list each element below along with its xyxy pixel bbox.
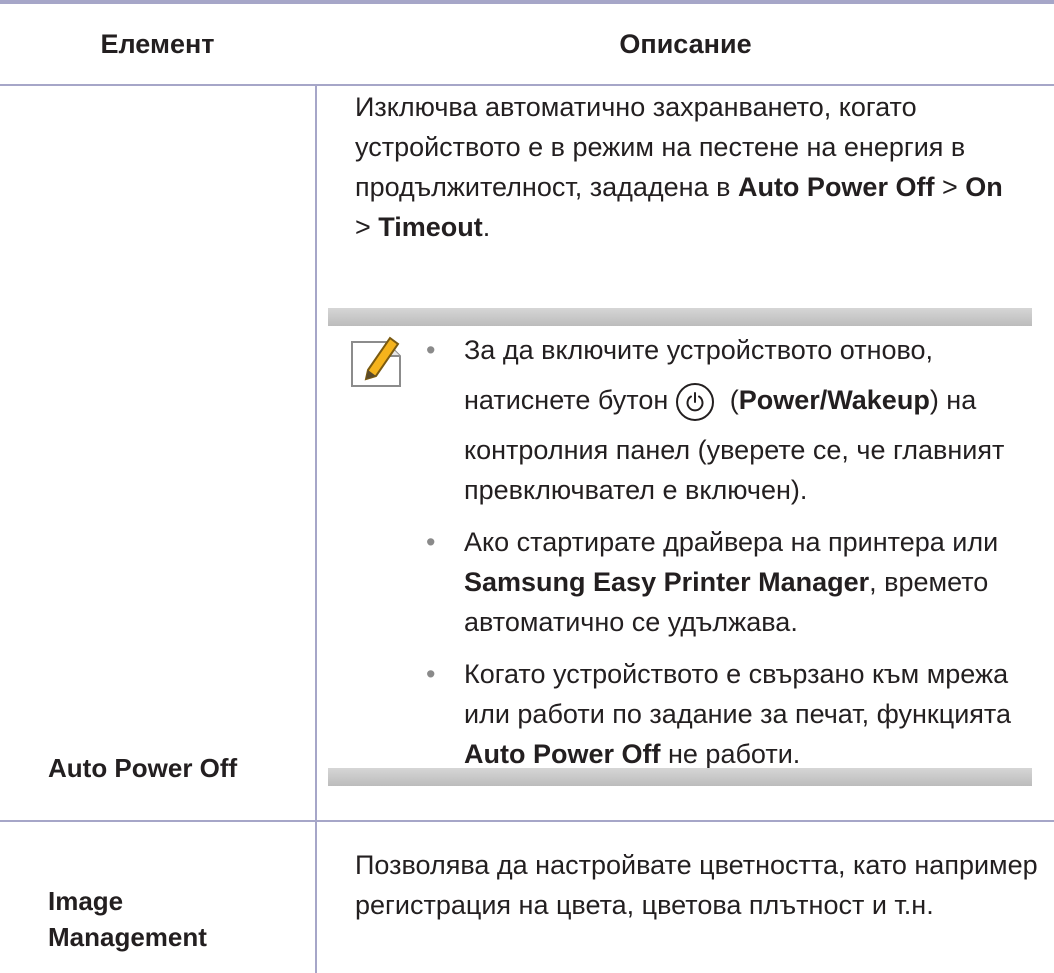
power-button-icon [676,382,715,421]
bullet-text: не работи. [660,739,801,769]
row-label-line: Image [48,886,124,916]
note-top-bar [328,308,1032,326]
column-divider [315,86,317,973]
bullet-text: натиснете бутон [464,385,669,415]
description-end: . [482,212,491,242]
note-pencil-icon [351,336,401,387]
bullet-bold-samsung-easy-printer-manager: Samsung Easy Printer Manager [464,567,870,597]
header-element: Елемент [100,28,215,59]
bullet-text: Когато устройството е свързано към мрежа… [464,659,1011,729]
bullet-bold-power-wakeup: Power/Wakeup [738,385,930,415]
row-description-auto-power-off: Изключва автоматично захранването, когат… [355,87,1015,247]
bullet-bold-auto-power-off: Auto Power Off [464,739,661,769]
row-rule [0,820,1054,822]
description-bold-timeout: Timeout [378,212,483,242]
bullet-text: ) на [929,385,977,415]
bullet-text: За да включите устройството отново, [464,335,934,365]
header-rule [0,84,1054,86]
bullet-dot: • [426,335,436,365]
description-separator: > [355,212,379,242]
bullet-dot: • [426,659,436,689]
row-label-auto-power-off: Auto Power Off [48,753,238,783]
bullet-line-with-button: натиснете бутон (Power/Wakeup) на [464,370,1040,430]
bullet-text: контролния панел (уверете се, че главния… [464,435,1005,505]
row-label-line: Management [48,922,207,952]
bullet-text: Ако стартирате драйвера на принтера или [464,527,999,557]
description-separator: > [934,172,966,202]
row-description-image-management: Позволява да настройвате цветността, кат… [355,850,1038,920]
bullet-dot: • [426,527,436,557]
header-description: Описание [619,28,752,59]
note-bullet-list: • За да включите устройството отново, на… [420,330,1040,774]
row-label-image-management: Image Management [48,883,207,955]
description-bold-auto-power-off: Auto Power Off [737,172,935,202]
note-bullet: • Ако стартирате драйвера на принтера ил… [420,522,1040,642]
note-bottom-bar [328,768,1032,786]
description-bold-on: On [965,172,1003,202]
note-bullet: • Когато устройството е свързано към мре… [420,654,1040,774]
note-bullet: • За да включите устройството отново, на… [420,330,1040,510]
bullet-text: ( [722,385,739,415]
